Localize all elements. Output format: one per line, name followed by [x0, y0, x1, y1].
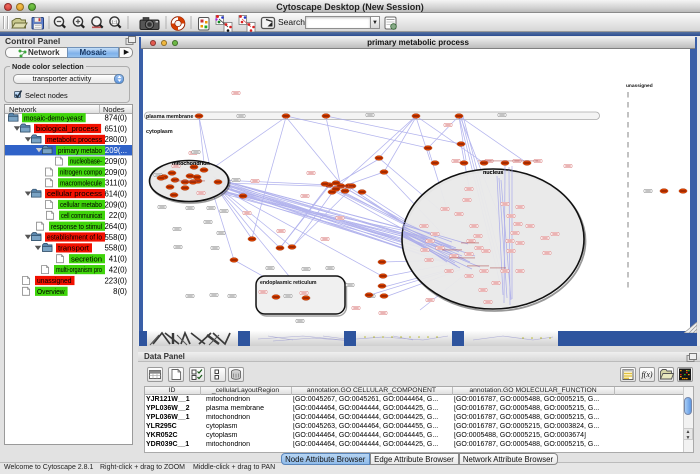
svg-text:transport: transport [58, 244, 89, 253]
svg-text:311(0): 311(0) [105, 179, 127, 188]
svg-text:macromolecule: macromolecule [60, 178, 102, 187]
svg-text:response to stimul: response to stimul [51, 222, 102, 231]
svg-text:metabolic process: metabolic process [47, 135, 102, 144]
svg-text:cellular process: cellular process [47, 189, 102, 198]
svg-text:unassigned: unassigned [37, 276, 72, 285]
svg-text:558(0): 558(0) [104, 233, 127, 242]
svg-text:280(0): 280(0) [104, 135, 127, 144]
svg-text:223(0): 223(0) [104, 276, 127, 285]
svg-text:unassigned: unassigned [626, 83, 653, 89]
svg-text:22(0): 22(0) [109, 211, 128, 220]
svg-text:614(0): 614(0) [104, 190, 127, 199]
svg-text:264(0): 264(0) [104, 222, 127, 231]
svg-text:874(0): 874(0) [104, 114, 127, 123]
svg-text:biological_process: biological_process [36, 124, 98, 133]
svg-text:endoplasmic reticulum: endoplasmic reticulum [260, 280, 317, 286]
svg-text:41(0): 41(0) [109, 255, 128, 264]
svg-text:651(0): 651(0) [104, 124, 127, 133]
svg-text:mitochondrion: mitochondrion [172, 161, 210, 167]
svg-text:209(0): 209(0) [104, 168, 127, 177]
svg-text:cell communicat: cell communicat [61, 211, 102, 220]
svg-text:Overview: Overview [37, 287, 65, 296]
svg-text:nitrogen compo: nitrogen compo [60, 168, 102, 177]
svg-text:42(0): 42(0) [109, 265, 128, 274]
svg-text:establishment of lo: establishment of lo [47, 233, 102, 242]
svg-text:plasma membrane: plasma membrane [146, 114, 193, 120]
svg-text:mosaic-demo-yeast: mosaic-demo-yeast [24, 113, 83, 122]
svg-text:cellular metabo: cellular metabo [60, 200, 102, 209]
svg-text:558(0): 558(0) [104, 244, 127, 253]
svg-text:nucleus: nucleus [483, 170, 503, 176]
svg-text:nucleobase-: nucleobase- [70, 157, 102, 166]
svg-text:cytoplasm: cytoplasm [146, 129, 173, 135]
svg-text:209(0): 209(0) [104, 200, 127, 209]
svg-text:multi-organism pro: multi-organism pro [56, 265, 102, 274]
svg-text:209(0): 209(0) [104, 157, 127, 166]
svg-text:8(0): 8(0) [113, 287, 127, 296]
svg-text:1:1: 1:1 [111, 20, 118, 25]
svg-text:secretion: secretion [71, 254, 102, 263]
svg-text:primary metabo: primary metabo [58, 146, 102, 155]
svg-text:209(...: 209(... [105, 146, 127, 155]
